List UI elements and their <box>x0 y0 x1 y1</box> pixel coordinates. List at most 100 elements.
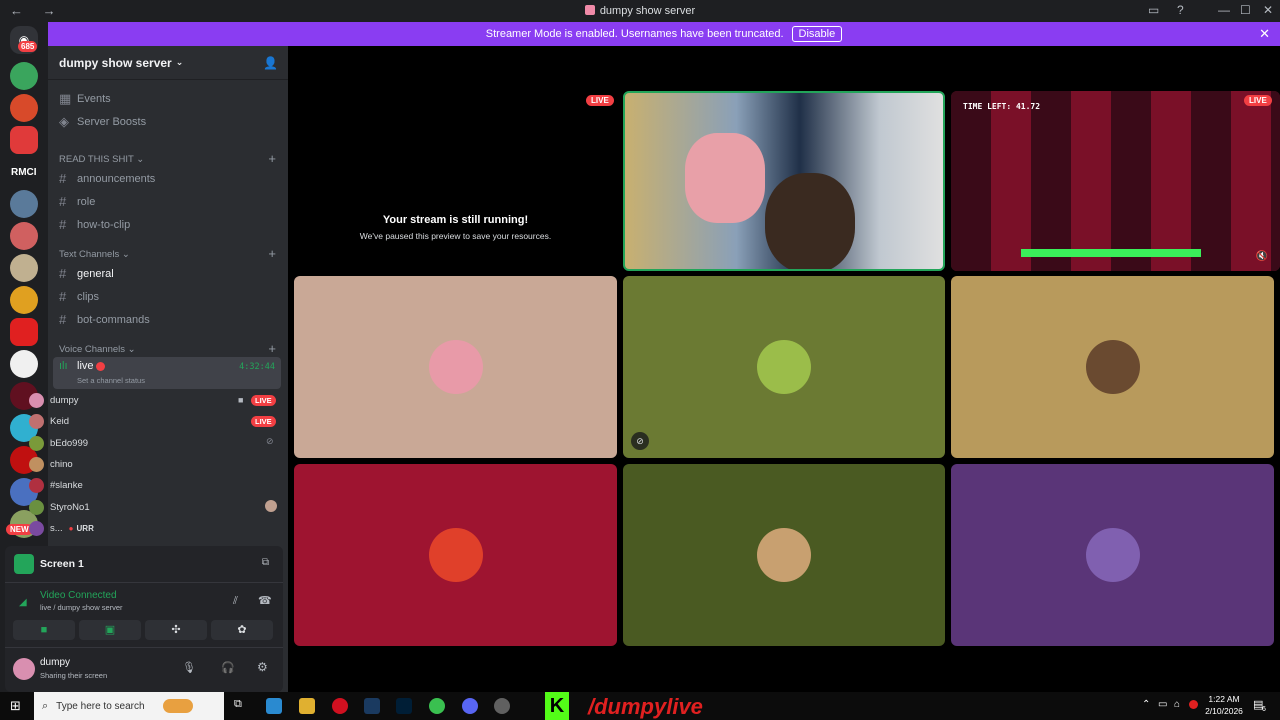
window-title-text: dumpy show server <box>599 5 696 17</box>
network-icon[interactable]: ⌂ <box>1174 699 1180 710</box>
voice-user-name: bEdo999 <box>50 438 89 449</box>
soundboard-button[interactable]: ✿ <box>211 620 273 640</box>
avatar <box>757 528 811 582</box>
camera-button[interactable]: ■ <box>13 620 75 640</box>
voice-user[interactable]: #slanke <box>29 478 83 493</box>
search-highlight-icon <box>162 699 193 713</box>
channel-role[interactable]: # role <box>59 194 95 209</box>
app-icon[interactable] <box>494 698 510 714</box>
clock-date[interactable]: 2/10/2026 <box>1204 706 1244 716</box>
paused-stream-tile[interactable]: Your stream is still running! We've paus… <box>294 92 617 272</box>
server-boosts-item[interactable]: ◈ Server Boosts <box>59 114 146 130</box>
red-dot-icon <box>96 362 105 371</box>
maximize-button[interactable]: ☐ <box>1240 3 1251 17</box>
server-icon[interactable] <box>10 350 38 378</box>
voice-user[interactable]: dumpy <box>29 393 79 408</box>
channel-announcements[interactable]: # announcements <box>59 171 155 186</box>
app-icon[interactable] <box>266 698 282 714</box>
game-background <box>951 91 1280 271</box>
screen-label: Screen 1 <box>40 558 84 570</box>
invite-icon[interactable]: 👤 <box>263 56 278 70</box>
disable-button[interactable]: Disable <box>791 26 843 42</box>
webcam-stream-tile[interactable] <box>623 91 945 271</box>
voice-user[interactable]: chino <box>29 457 73 472</box>
voice-channel-live[interactable]: ılı live 4:32:44 Set a channel status <box>53 357 281 389</box>
calendar-icon: ▦ <box>59 91 72 106</box>
participant-tile[interactable] <box>623 464 945 646</box>
mute-icon[interactable]: 🔇 <box>1256 251 1268 262</box>
photoshop-icon[interactable] <box>396 698 412 714</box>
app-icon[interactable] <box>429 698 445 714</box>
task-view-icon[interactable]: ⧉ <box>234 698 242 711</box>
voice-stage: Your stream is still running! We've paus… <box>288 46 1280 692</box>
avatar <box>29 414 44 429</box>
settings-gear-icon[interactable]: ⚙ <box>257 660 268 674</box>
activities-button[interactable]: ✣ <box>145 620 207 640</box>
deafened-icon: ⊘ <box>266 436 274 446</box>
category-voice[interactable]: Voice Channels ⌄ <box>59 344 136 355</box>
server-icon[interactable] <box>10 286 38 314</box>
clock-time[interactable]: 1:22 AM <box>1204 694 1244 704</box>
add-channel-icon[interactable]: + <box>268 151 276 166</box>
channel-bot-commands[interactable]: # bot-commands <box>59 312 150 327</box>
video-connected-sub[interactable]: live / dumpy show server <box>40 603 123 612</box>
server-icon[interactable] <box>10 62 38 90</box>
video-connected-label[interactable]: Video Connected <box>40 590 117 601</box>
events-item[interactable]: ▦ Events <box>59 91 111 107</box>
screen-share-button[interactable]: ▣ <box>79 620 141 640</box>
server-icon[interactable] <box>10 254 38 282</box>
username[interactable]: dumpy <box>40 657 70 668</box>
streamer-figure <box>765 173 855 269</box>
voice-user[interactable]: bEdo999 <box>29 436 88 451</box>
vegas-icon[interactable] <box>364 698 380 714</box>
popout-icon[interactable]: ⧉ <box>262 557 269 568</box>
tray-chevron-icon[interactable]: ⌃ <box>1142 699 1150 710</box>
tray-record-icon[interactable] <box>1189 700 1198 709</box>
paused-title: Your stream is still running! <box>382 214 529 226</box>
game-hud: TIME LEFT: 41.72 <box>963 102 1041 111</box>
help-icon[interactable]: ? <box>1177 3 1184 17</box>
tray-icon[interactable]: ▭ <box>1158 699 1167 710</box>
voice-user[interactable]: Keid <box>29 414 69 429</box>
close-banner-icon[interactable]: ✕ <box>1259 26 1270 42</box>
search-box[interactable]: ⌕ Type here to search <box>34 692 224 720</box>
channel-general[interactable]: # general <box>59 266 114 281</box>
file-explorer-icon[interactable] <box>299 698 315 714</box>
inbox-icon[interactable]: ▭ <box>1148 3 1159 17</box>
close-button[interactable]: ✕ <box>1263 3 1273 17</box>
avatar <box>757 340 811 394</box>
channel-how-to-clip[interactable]: # how-to-clip <box>59 217 130 232</box>
server-label[interactable]: RMCI <box>11 167 37 178</box>
category-read[interactable]: READ THIS SHIT ⌄ <box>59 154 144 165</box>
add-channel-icon[interactable]: + <box>268 341 276 356</box>
headphones-icon[interactable]: 🎧 <box>221 661 235 674</box>
avatar[interactable] <box>13 658 35 680</box>
noise-suppression-icon[interactable]: ⫽ <box>233 595 238 608</box>
windows-start-icon[interactable]: ⊞ <box>10 698 21 714</box>
server-header[interactable]: dumpy show server ⌄ 👤 <box>48 46 288 80</box>
server-icon[interactable] <box>10 126 38 154</box>
voice-activity-icon: ılı <box>59 360 68 372</box>
activity-icon <box>265 500 277 512</box>
participant-tile[interactable]: ⊘ <box>623 276 945 458</box>
microphone-icon[interactable]: 🎙 <box>182 661 196 674</box>
add-channel-icon[interactable]: + <box>268 246 276 261</box>
voice-user[interactable]: s... ● URR <box>29 521 94 536</box>
participant-tile[interactable] <box>951 276 1274 458</box>
opera-icon[interactable] <box>332 698 348 714</box>
participant-tile[interactable] <box>294 464 617 646</box>
server-icon[interactable] <box>10 222 38 250</box>
game-stream-tile[interactable]: TIME LEFT: 41.72 🔇 <box>951 91 1280 271</box>
discord-icon[interactable] <box>462 698 478 714</box>
channel-clips[interactable]: # clips <box>59 289 99 304</box>
disconnect-icon[interactable]: ☎ <box>258 594 272 607</box>
server-icon[interactable] <box>10 318 38 346</box>
voice-user[interactable]: StyroNo1 <box>29 500 90 515</box>
channel-status[interactable]: Set a channel status <box>77 376 145 385</box>
server-icon[interactable] <box>10 190 38 218</box>
server-icon[interactable] <box>10 94 38 122</box>
category-text[interactable]: Text Channels ⌄ <box>59 249 130 260</box>
participant-tile[interactable] <box>951 464 1274 646</box>
participant-tile[interactable] <box>294 276 617 458</box>
minimize-button[interactable]: — <box>1218 3 1230 17</box>
